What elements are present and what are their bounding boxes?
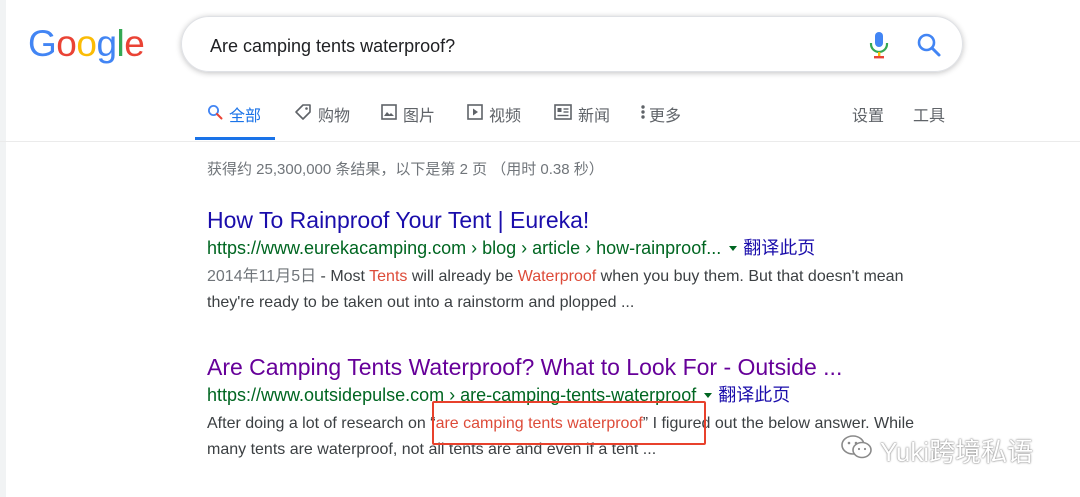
translate-link[interactable]: 翻译此页 [718, 384, 790, 406]
translate-link[interactable]: 翻译此页 [743, 237, 815, 259]
search-input[interactable] [208, 32, 852, 60]
result-title[interactable]: How To Rainproof Your Tent | Eureka! [207, 206, 927, 234]
tab-news[interactable]: 新闻 [554, 101, 610, 127]
tab-images[interactable]: 图片 [381, 101, 435, 127]
result-date: 2014年11月5日 [207, 268, 317, 285]
tab-label: 新闻 [578, 108, 611, 125]
result-title[interactable]: Are Camping Tents Waterproof? What to Lo… [207, 353, 927, 381]
snippet-text: After doing a lot of research on “ [207, 415, 436, 432]
search-icon [207, 104, 223, 125]
news-icon [554, 103, 572, 125]
chevron-down-icon[interactable] [704, 392, 713, 398]
logo-letter: o [76, 23, 97, 64]
wechat-icon [840, 433, 874, 468]
more-dots-icon [640, 104, 646, 125]
result-url-row: https://www.eurekacamping.com › blog › a… [207, 237, 927, 259]
window-edge [0, 0, 6, 497]
tab-all[interactable]: 全部 [207, 101, 261, 127]
tools-link[interactable]: 工具 [913, 101, 945, 127]
tab-videos[interactable]: 视频 [467, 101, 521, 127]
snippet-highlight: Waterproof [517, 268, 597, 285]
annotation-box [432, 401, 706, 445]
active-tab-indicator [195, 137, 275, 140]
watermark: Yuki跨境私语 [840, 432, 1033, 469]
divider [0, 141, 1080, 142]
tab-more[interactable]: 更多 [640, 101, 681, 127]
play-icon [467, 103, 483, 125]
tab-label: 视频 [489, 108, 522, 125]
result-url[interactable]: https://www.eurekacamping.com › blog › a… [207, 237, 721, 259]
tab-label: 图片 [403, 108, 436, 125]
tab-label: 全部 [229, 108, 262, 125]
result-stats: 获得约 25,300,000 条结果，以下是第 2 页 （用时 0.38 秒） [207, 161, 604, 178]
chevron-down-icon[interactable] [729, 245, 738, 251]
tab-label: 购物 [318, 108, 351, 125]
logo-letter: g [96, 23, 117, 64]
tab-label: 更多 [649, 108, 682, 125]
logo-letter: G [28, 23, 57, 64]
image-icon [381, 103, 397, 125]
mic-icon[interactable] [868, 31, 890, 59]
tab-shopping[interactable]: 购物 [294, 101, 350, 127]
watermark-text: Yuki跨境私语 [880, 437, 1034, 467]
search-icon[interactable] [916, 32, 942, 58]
tag-icon [294, 103, 312, 126]
settings-link[interactable]: 设置 [852, 101, 884, 127]
snippet-highlight: Tents [369, 268, 408, 285]
result-snippet: 2014年11月5日 - Most Tents will already be … [207, 264, 927, 316]
snippet-text: Most [330, 268, 370, 285]
snippet-text: - [316, 268, 331, 285]
search-box [181, 16, 963, 72]
google-logo[interactable]: Google [28, 23, 145, 64]
logo-letter: l [116, 23, 125, 64]
snippet-text: will already be [407, 268, 518, 285]
search-result: How To Rainproof Your Tent | Eureka! htt… [207, 206, 927, 316]
logo-letter: e [124, 23, 145, 64]
logo-letter: o [56, 23, 77, 64]
